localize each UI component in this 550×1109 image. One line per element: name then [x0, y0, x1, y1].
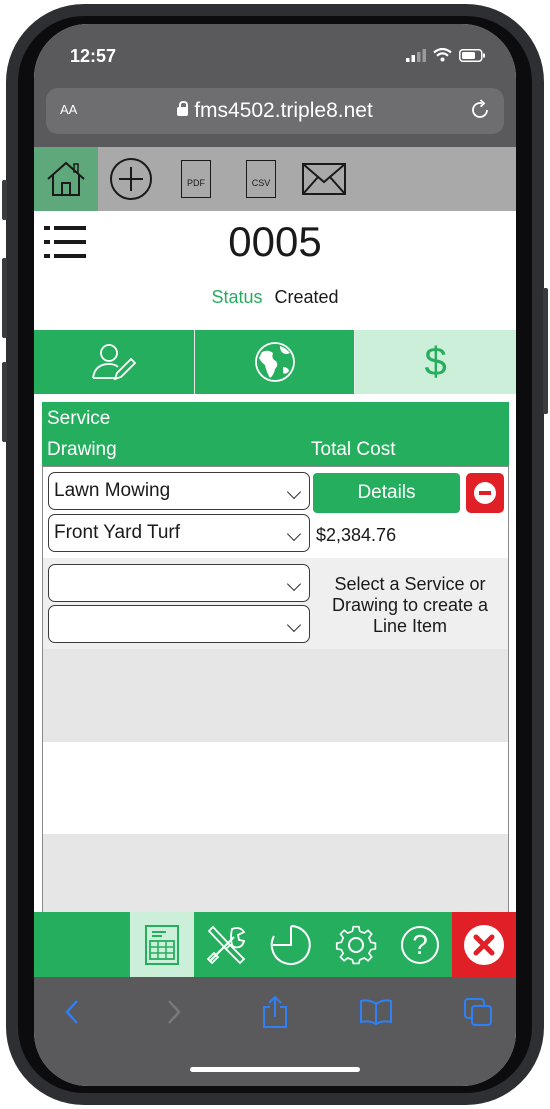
app-toolbar: PDF CSV — [34, 147, 516, 211]
details-button[interactable]: Details — [313, 473, 460, 513]
drawing-column-header: Drawing — [47, 439, 117, 460]
home-indicator — [190, 1067, 360, 1072]
settings-button[interactable] — [324, 912, 388, 977]
empty-row — [43, 649, 508, 742]
help-label: ? — [412, 928, 428, 960]
share-icon — [263, 995, 287, 1028]
status-value: Created — [274, 287, 339, 307]
job-number: 0005 — [228, 218, 322, 265]
pdf-icon: PDF — [181, 160, 211, 198]
empty-row — [43, 742, 508, 834]
new-line-item-hint: Select a Service or Drawing to create a … — [315, 574, 505, 637]
service-select-value: Lawn Mowing — [54, 480, 171, 501]
tab-customer[interactable] — [34, 330, 194, 394]
add-button[interactable] — [99, 147, 163, 211]
mail-button[interactable] — [292, 147, 356, 211]
help-button[interactable]: ? — [388, 912, 452, 977]
globe-icon — [254, 342, 295, 382]
line-item-total-cost: $2,384.76 — [316, 525, 397, 545]
tools-button[interactable] — [194, 912, 258, 977]
status-time: 12:57 — [70, 46, 117, 66]
hint-line: Drawing to create a — [331, 595, 489, 615]
wifi-icon — [433, 48, 452, 62]
system-status — [406, 48, 486, 62]
remove-icon — [474, 482, 496, 504]
service-select[interactable]: Lawn Mowing — [48, 472, 310, 510]
lock-icon — [177, 101, 189, 116]
drawing-select[interactable]: Front Yard Turf — [48, 514, 310, 552]
csv-button[interactable]: CSV — [229, 147, 293, 211]
pdf-label: PDF — [187, 178, 205, 188]
help-icon: ? — [401, 925, 439, 964]
mail-icon — [302, 163, 346, 195]
back-button[interactable] — [52, 995, 92, 1029]
service-column-header: Service — [47, 408, 111, 429]
chevron-down-icon — [286, 526, 302, 542]
drawing-select-value: Front Yard Turf — [54, 522, 181, 543]
phone-volume-up — [2, 258, 7, 338]
reload-button[interactable] — [468, 98, 492, 127]
chevron-left-icon — [65, 1000, 78, 1024]
phone-side-button — [2, 180, 7, 220]
home-icon — [47, 161, 85, 196]
spreadsheet-icon — [145, 924, 179, 965]
signal-icon — [406, 48, 426, 62]
phone-power-button — [543, 288, 548, 414]
browser-bottom-toolbar — [34, 977, 516, 1086]
tabs-icon — [464, 998, 492, 1026]
home-button[interactable] — [34, 147, 98, 211]
book-icon — [360, 999, 392, 1025]
csv-icon: CSV — [246, 160, 276, 198]
tab-location[interactable] — [193, 330, 355, 394]
screen: 12:57 AA fms4502.triple8.net PDF CSV 000… — [34, 24, 516, 1086]
tab-costs[interactable]: $ — [354, 330, 516, 394]
empty-row — [43, 834, 508, 913]
battery-icon — [459, 48, 485, 62]
line-items-button[interactable] — [130, 912, 194, 977]
bottom-app-bar: ? — [34, 912, 516, 977]
customer-edit-icon — [91, 344, 137, 381]
url-display[interactable]: fms4502.triple8.net — [46, 99, 504, 123]
reload-icon — [472, 99, 488, 118]
history-icon — [270, 924, 311, 965]
address-bar[interactable]: AA fms4502.triple8.net — [46, 88, 504, 134]
chevron-down-icon — [286, 617, 302, 633]
close-icon — [464, 924, 504, 965]
chevron-down-icon — [286, 484, 302, 500]
chevron-right-icon — [168, 1000, 181, 1024]
new-service-select[interactable] — [48, 564, 310, 602]
chevron-down-icon — [286, 576, 302, 592]
tabs-button[interactable] — [458, 995, 498, 1029]
new-drawing-select[interactable] — [48, 605, 310, 643]
new-line-item-row: Select a Service or Drawing to create a … — [43, 558, 508, 649]
tools-icon — [206, 925, 246, 964]
history-button[interactable] — [259, 912, 323, 977]
browser-top: 12:57 AA fms4502.triple8.net — [34, 24, 516, 147]
bookmarks-button[interactable] — [356, 995, 396, 1029]
close-button[interactable] — [452, 912, 516, 977]
line-items-header: Service Drawing Total Cost — [42, 402, 509, 466]
remove-line-item-button[interactable] — [466, 473, 504, 513]
forward-button[interactable] — [154, 995, 194, 1029]
dollar-icon: $ — [424, 339, 447, 384]
tab-bar: $ — [34, 330, 516, 394]
add-icon — [110, 158, 152, 200]
hint-line: Select a Service or — [334, 574, 486, 594]
phone-volume-down — [2, 362, 7, 442]
hint-line: Line Item — [372, 616, 448, 636]
csv-label: CSV — [251, 178, 271, 188]
line-item-row: Lawn Mowing Details Front Yard Turf $2,3… — [43, 467, 508, 558]
pdf-button[interactable]: PDF — [164, 147, 228, 211]
share-button[interactable] — [255, 995, 295, 1029]
url-text: fms4502.triple8.net — [194, 99, 373, 122]
status-label: Status — [211, 287, 263, 307]
gear-icon — [335, 925, 377, 964]
status-row: Status Created — [34, 287, 516, 308]
total-cost-column-header: Total Cost — [311, 439, 396, 460]
line-items-table: Lawn Mowing Details Front Yard Turf $2,3… — [42, 466, 509, 913]
